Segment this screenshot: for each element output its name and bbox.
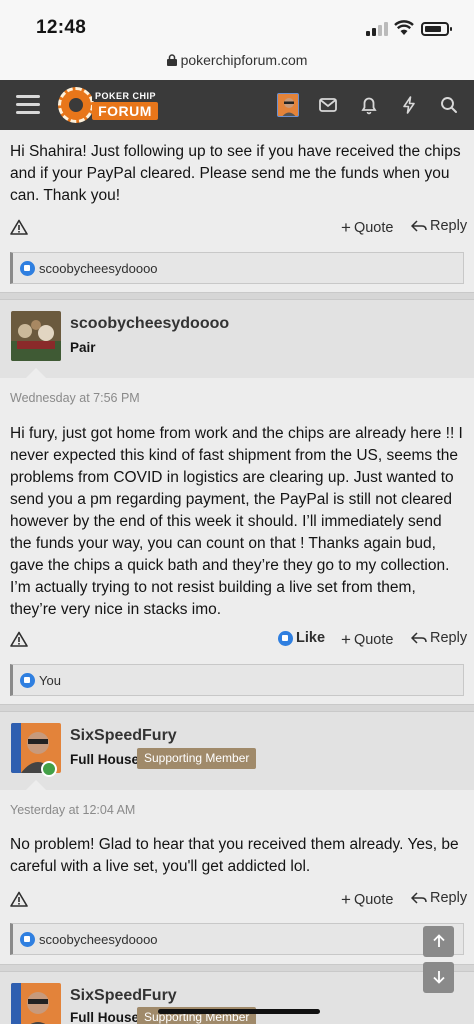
report-warning-icon[interactable] bbox=[10, 631, 28, 647]
quote-label: Quote bbox=[353, 632, 394, 648]
home-indicator bbox=[158, 1009, 320, 1014]
quote-label: Quote bbox=[353, 892, 394, 908]
plus-icon: + bbox=[341, 890, 351, 909]
supporting-member-badge: Supporting Member bbox=[137, 748, 257, 769]
reply-arrow-icon bbox=[411, 632, 427, 644]
post-actions: + Quote Reply bbox=[0, 218, 474, 240]
post-body: Hi fury, just got home from work and the… bbox=[10, 425, 463, 618]
lock-icon bbox=[166, 54, 177, 66]
lightning-icon[interactable] bbox=[398, 94, 420, 116]
caret bbox=[26, 780, 46, 790]
username[interactable]: SixSpeedFury bbox=[70, 987, 177, 1005]
battery-icon bbox=[421, 22, 452, 36]
report-warning-icon[interactable] bbox=[10, 219, 28, 235]
post-divider bbox=[0, 704, 474, 712]
reaction-user-link[interactable]: scoobycheesydoooo bbox=[39, 261, 158, 276]
reply-button[interactable]: Reply bbox=[411, 890, 467, 906]
user-title: Full House bbox=[70, 1010, 140, 1024]
reaction-user-link[interactable]: You bbox=[39, 673, 61, 688]
bell-icon[interactable] bbox=[358, 94, 380, 116]
report-warning-icon[interactable] bbox=[10, 891, 28, 907]
reply-button[interactable]: Reply bbox=[411, 630, 467, 646]
cellular-signal-icon bbox=[366, 22, 388, 36]
quote-button[interactable]: + Quote bbox=[341, 218, 393, 238]
post-user-header: SixSpeedFury Full House Supporting Membe… bbox=[0, 972, 474, 1024]
post-date[interactable]: Yesterday at 12:04 AM bbox=[10, 803, 135, 817]
online-status-icon bbox=[41, 761, 57, 777]
site-navbar: POKER CHIP FORUM bbox=[0, 80, 474, 130]
reactions-bar[interactable]: scoobycheesydoooo bbox=[10, 252, 464, 284]
reply-label: Reply bbox=[430, 630, 468, 646]
address-bar[interactable]: pokerchipforum.com bbox=[0, 46, 474, 80]
like-button[interactable]: Like bbox=[278, 630, 325, 646]
post-divider bbox=[0, 964, 474, 972]
post: Wednesday at 7:56 PM Hi fury, just got h… bbox=[0, 378, 474, 698]
reply-label: Reply bbox=[430, 890, 468, 906]
user-title: Full House bbox=[70, 752, 140, 767]
like-icon bbox=[278, 630, 293, 646]
reply-arrow-icon bbox=[411, 220, 427, 232]
post: Yesterday at 12:04 AM No problem! Glad t… bbox=[0, 790, 474, 970]
status-bar: 12:48 bbox=[0, 0, 474, 46]
like-label: Like bbox=[296, 630, 326, 646]
url-text: pokerchipforum.com bbox=[180, 52, 308, 68]
search-icon[interactable] bbox=[438, 94, 460, 116]
post-user-header: scoobycheesydoooo Pair bbox=[0, 300, 474, 378]
menu-icon[interactable] bbox=[16, 95, 40, 115]
post-actions: + Quote Reply bbox=[0, 890, 474, 912]
inbox-icon[interactable] bbox=[317, 94, 339, 116]
username[interactable]: scoobycheesydoooo bbox=[70, 315, 229, 333]
scroll-up-button[interactable] bbox=[423, 926, 454, 957]
user-avatar[interactable] bbox=[11, 311, 61, 361]
like-reaction-icon bbox=[20, 672, 35, 688]
post-body: No problem! Glad to hear that you receiv… bbox=[10, 836, 459, 875]
arrow-up-icon bbox=[432, 934, 445, 947]
plus-icon: + bbox=[341, 218, 351, 237]
username[interactable]: SixSpeedFury bbox=[70, 727, 177, 745]
reply-label: Reply bbox=[430, 218, 468, 234]
like-reaction-icon bbox=[20, 931, 35, 947]
caret bbox=[26, 368, 46, 378]
reply-button[interactable]: Reply bbox=[411, 218, 467, 234]
post-actions: Like + Quote Reply bbox=[0, 630, 474, 652]
quote-button[interactable]: + Quote bbox=[341, 890, 393, 910]
reaction-user-link[interactable]: scoobycheesydoooo bbox=[39, 932, 158, 947]
scroll-down-button[interactable] bbox=[423, 962, 454, 993]
arrow-down-icon bbox=[432, 971, 445, 984]
post-date[interactable]: Wednesday at 7:56 PM bbox=[10, 391, 140, 405]
logo-text-bottom: FORUM bbox=[92, 102, 158, 120]
wifi-icon bbox=[394, 20, 414, 35]
site-logo[interactable]: POKER CHIP FORUM bbox=[58, 87, 162, 123]
reactions-bar[interactable]: scoobycheesydoooo bbox=[10, 923, 464, 955]
poker-chip-logo-icon bbox=[58, 87, 94, 123]
like-reaction-icon bbox=[20, 260, 35, 276]
post: Hi Shahira! Just following up to see if … bbox=[0, 130, 474, 290]
plus-icon: + bbox=[341, 630, 351, 649]
user-title: Pair bbox=[70, 340, 96, 355]
logo-text-top: POKER CHIP bbox=[92, 91, 160, 101]
post-body: Hi Shahira! Just following up to see if … bbox=[10, 143, 461, 204]
reactions-bar[interactable]: You bbox=[10, 664, 464, 696]
user-avatar[interactable] bbox=[11, 983, 61, 1024]
status-time: 12:48 bbox=[36, 17, 87, 38]
reply-arrow-icon bbox=[411, 892, 427, 904]
quote-label: Quote bbox=[353, 220, 394, 236]
quote-button[interactable]: + Quote bbox=[341, 630, 393, 650]
post-divider bbox=[0, 292, 474, 300]
user-avatar[interactable] bbox=[277, 93, 299, 117]
post-user-header: SixSpeedFury Full House Supporting Membe… bbox=[0, 712, 474, 790]
